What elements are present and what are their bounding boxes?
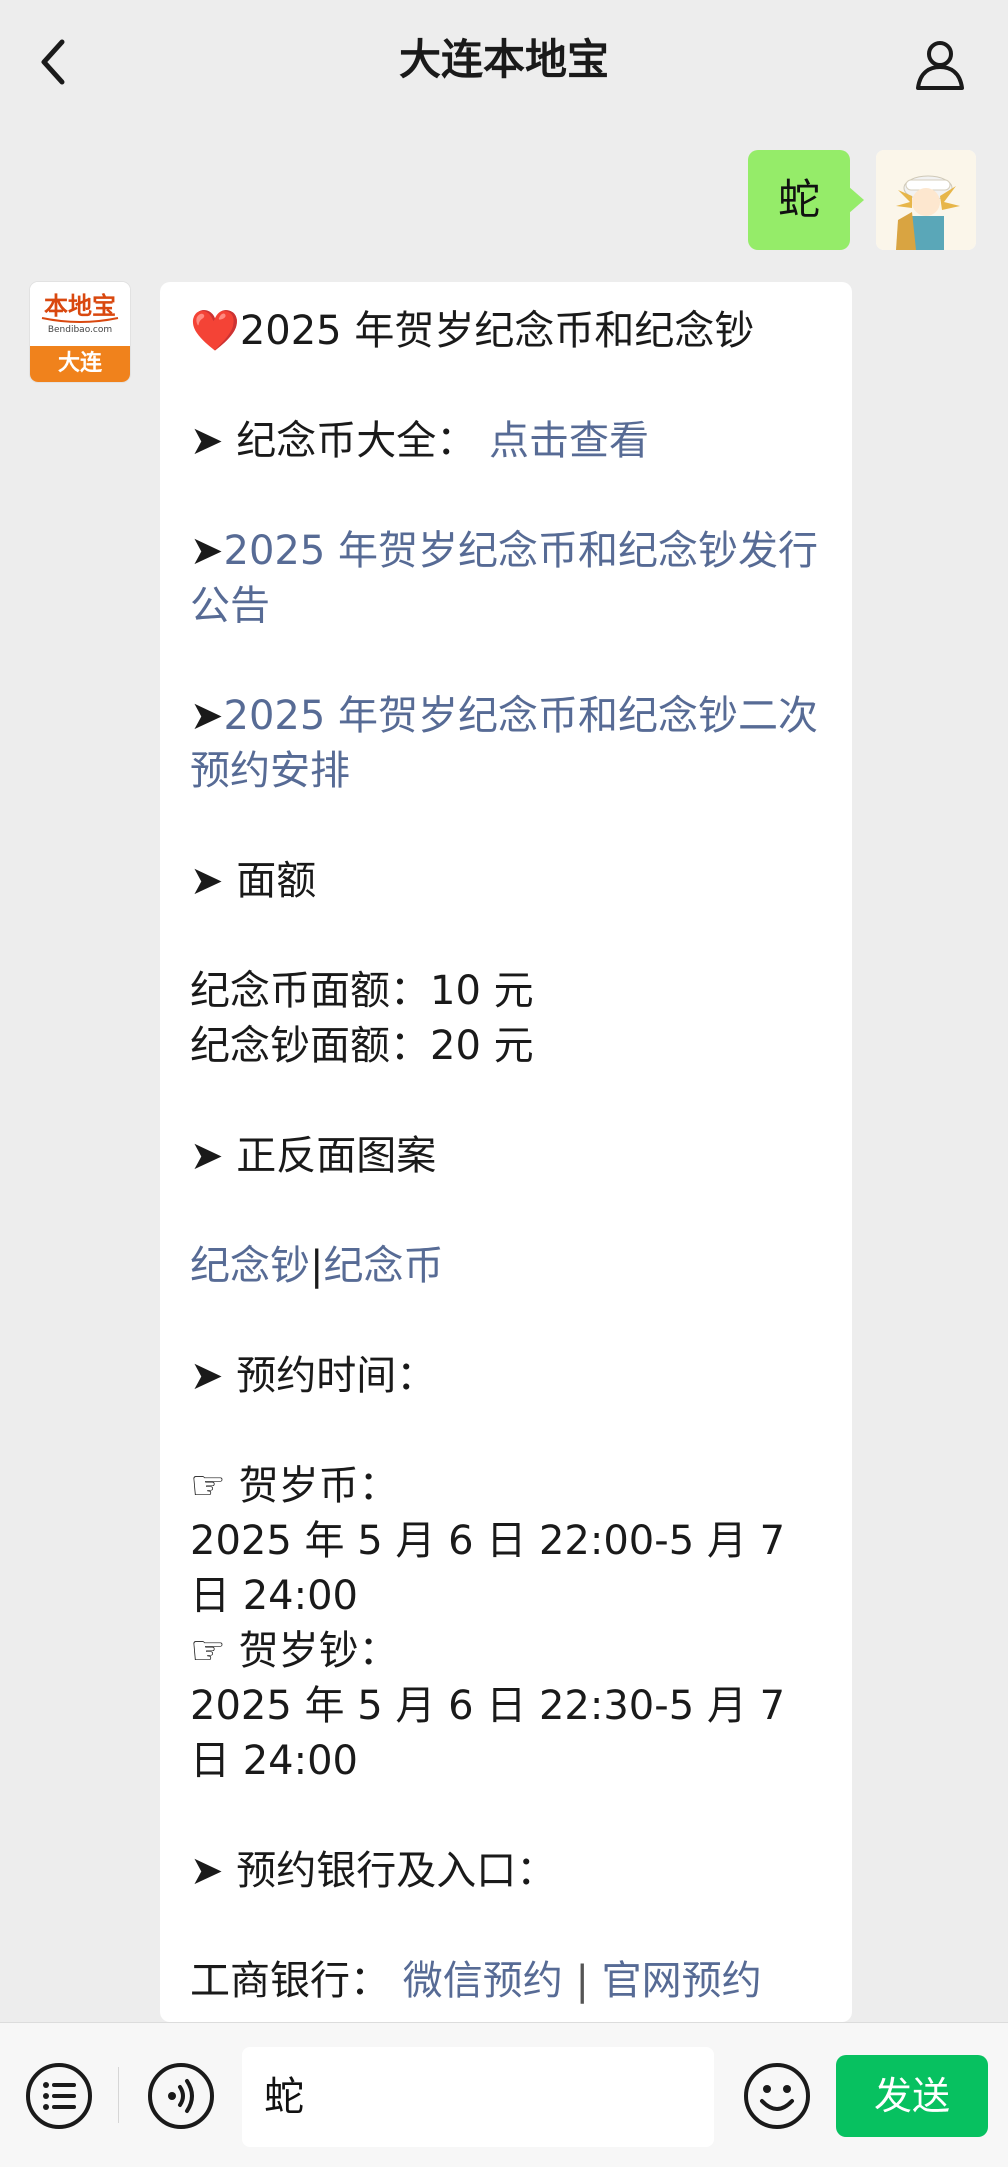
arrow-icon: ➤ [190,528,224,574]
coin-denomination: 纪念币面额：10 元 [190,968,534,1014]
voice-icon[interactable] [146,2061,216,2131]
logo-text: 本地宝 [44,292,116,320]
note-design-link[interactable]: 纪念钞 [190,1243,310,1289]
design-heading: 正反面图案 [236,1133,437,1179]
denomination-heading-line: ➤ 面额 [190,854,822,909]
user-avatar-image [876,150,976,250]
message-title: 2025 年贺岁纪念币和纪念钞 [239,308,755,354]
coin-catalog-label: 纪念币大全： [236,418,477,464]
arrow-icon: ➤ [190,1133,224,1179]
note-reservation-time: 2025 年 5 月 6 日 22:30-5 月 7 日 24:00 [190,1683,786,1784]
reserve-time-heading-line: ➤ 预约时间： [190,1349,822,1404]
coin-design-link[interactable]: 纪念币 [323,1243,443,1289]
icbc-line: 工商银行： 微信预约 | 官网预约 [190,1954,822,2009]
issue-notice-line: ➤2025 年贺岁纪念币和纪念钞发行公告 [190,524,822,634]
note-time-label-line: ☞ 贺岁钞： [190,1624,822,1679]
chat-input-bar: 蛇 发送 [0,2022,1008,2167]
user-message-bubble[interactable]: 蛇 [747,150,865,250]
coin-catalog-line: ➤ 纪念币大全： 点击查看 [190,414,822,469]
send-button[interactable]: 发送 [836,2055,988,2137]
denomination-heading: 面额 [236,858,317,904]
arrow-icon: ➤ [190,418,224,464]
user-message-text: 蛇 [777,175,820,224]
list-menu-icon[interactable] [24,2061,94,2131]
link-separator: | [310,1243,324,1289]
input-divider [118,2067,119,2123]
city-label: 大连 [30,346,130,382]
second-reservation-link[interactable]: 2025 年贺岁纪念币和纪念钞二次预约安排 [190,693,818,794]
coin-reservation-time: 2025 年 5 月 6 日 22:00-5 月 7 日 24:00 [190,1518,786,1619]
design-links-line: 纪念钞|纪念币 [190,1239,822,1294]
note-time-label: 贺岁钞： [238,1628,399,1674]
pointing-hand-icon: ☞ [190,1628,226,1674]
bot-message-bubble: ❤️2025 年贺岁纪念币和纪念钞 ➤ 纪念币大全： 点击查看 ➤2025 年贺… [160,282,852,2022]
icbc-website-link[interactable]: 官网预约 [602,1958,762,2004]
person-icon[interactable] [912,36,968,92]
message-title-line: ❤️2025 年贺岁纪念币和纪念钞 [190,304,822,359]
second-reservation-line: ➤2025 年贺岁纪念币和纪念钞二次预约安排 [190,689,822,799]
pointing-hand-icon: ☞ [190,1463,226,1509]
arrow-icon: ➤ [190,858,224,904]
chat-title: 大连本地宝 [398,35,609,84]
view-catalog-link[interactable]: 点击查看 [489,418,649,464]
bank-heading: 预约银行及入口： [236,1848,557,1894]
arrow-icon: ➤ [190,1353,224,1399]
coin-time-label-line: ☞ 贺岁币： [190,1459,822,1514]
reserve-time-heading: 预约时间： [236,1353,437,1399]
chat-header: 大连本地宝 [0,0,1008,122]
message-input[interactable]: 蛇 [242,2047,714,2147]
note-denomination: 纪念钞面额：20 元 [190,1023,534,1069]
issue-notice-link[interactable]: 2025 年贺岁纪念币和纪念钞发行公告 [190,528,818,629]
heart-icon: ❤️ [190,308,240,354]
design-heading-line: ➤ 正反面图案 [190,1129,822,1184]
emoji-icon[interactable] [742,2061,812,2131]
bendibao-logo: 本地宝 Bendibao.com [30,282,130,346]
bank-heading-line: ➤ 预约银行及入口： [190,1844,822,1899]
coin-time-label: 贺岁币： [238,1463,399,1509]
icbc-label: 工商银行： [190,1958,390,2004]
user-avatar[interactable] [876,150,976,250]
bot-avatar[interactable]: 本地宝 Bendibao.com 大连 [30,282,130,382]
icbc-wechat-link[interactable]: 微信预约 [403,1958,563,2004]
link-separator: | [575,1958,589,2004]
arrow-icon: ➤ [190,693,224,739]
arrow-icon: ➤ [190,1848,224,1894]
logo-subtext: Bendibao.com [48,325,112,335]
